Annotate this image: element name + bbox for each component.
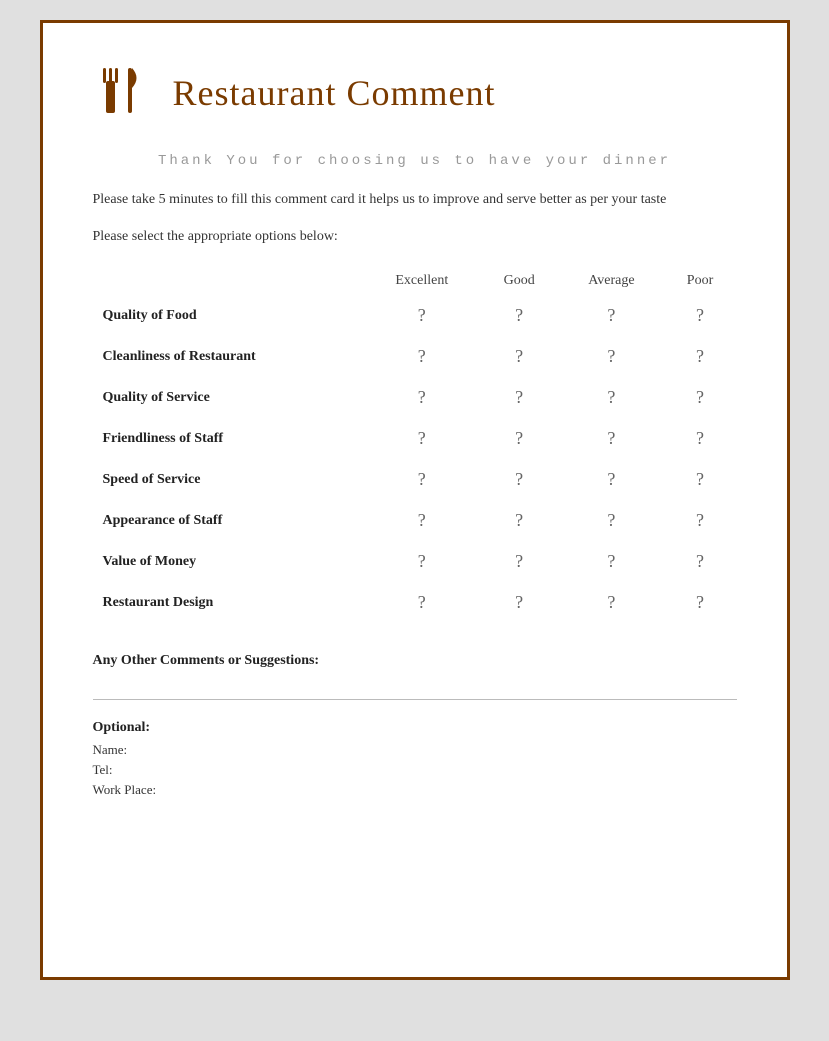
optional-field: Name:	[93, 742, 737, 758]
rating-option[interactable]: ?	[365, 336, 479, 377]
optional-field: Work Place:	[93, 782, 737, 798]
rating-option[interactable]: ?	[365, 500, 479, 541]
rating-option[interactable]: ?	[479, 418, 559, 459]
row-label: Quality of Service	[93, 377, 365, 418]
description-text: Please take 5 minutes to fill this comme…	[93, 189, 737, 211]
comments-section: Any Other Comments or Suggestions:	[93, 653, 737, 669]
optional-title: Optional:	[93, 720, 737, 736]
rating-table: Excellent Good Average Poor Quality of F…	[93, 267, 737, 623]
rating-option[interactable]: ?	[479, 500, 559, 541]
table-row: Cleanliness of Restaurant????	[93, 336, 737, 377]
table-row: Restaurant Design????	[93, 582, 737, 623]
page-title: Restaurant Comment	[173, 72, 496, 114]
rating-option[interactable]: ?	[559, 336, 663, 377]
comments-label: Any Other Comments or Suggestions:	[93, 653, 737, 669]
col-header-excellent: Excellent	[365, 267, 479, 295]
rating-option[interactable]: ?	[559, 418, 663, 459]
rating-option[interactable]: ?	[664, 295, 737, 336]
rating-option[interactable]: ?	[365, 295, 479, 336]
cutlery-icon	[93, 63, 153, 123]
rating-option[interactable]: ?	[479, 582, 559, 623]
table-row: Friendliness of Staff????	[93, 418, 737, 459]
divider	[93, 699, 737, 700]
row-label: Friendliness of Staff	[93, 418, 365, 459]
rating-option[interactable]: ?	[479, 377, 559, 418]
rating-option[interactable]: ?	[559, 295, 663, 336]
rating-option[interactable]: ?	[559, 459, 663, 500]
instruction-text: Please select the appropriate options be…	[93, 229, 737, 245]
rating-option[interactable]: ?	[664, 459, 737, 500]
row-label: Quality of Food	[93, 295, 365, 336]
rating-option[interactable]: ?	[664, 418, 737, 459]
page-wrapper: Restaurant Comment Thank You for choosin…	[40, 20, 790, 980]
rating-option[interactable]: ?	[365, 459, 479, 500]
rating-option[interactable]: ?	[479, 336, 559, 377]
thank-you-text: Thank You for choosing us to have your d…	[93, 153, 737, 169]
rating-option[interactable]: ?	[664, 377, 737, 418]
rating-option[interactable]: ?	[559, 541, 663, 582]
rating-option[interactable]: ?	[559, 500, 663, 541]
rating-option[interactable]: ?	[559, 377, 663, 418]
row-label: Appearance of Staff	[93, 500, 365, 541]
header: Restaurant Comment	[93, 63, 737, 123]
col-header-good: Good	[479, 267, 559, 295]
rating-option[interactable]: ?	[365, 377, 479, 418]
rating-option[interactable]: ?	[365, 541, 479, 582]
rating-option[interactable]: ?	[365, 582, 479, 623]
rating-option[interactable]: ?	[664, 541, 737, 582]
col-header-average: Average	[559, 267, 663, 295]
rating-option[interactable]: ?	[664, 336, 737, 377]
rating-option[interactable]: ?	[479, 541, 559, 582]
rating-option[interactable]: ?	[365, 418, 479, 459]
optional-field: Tel:	[93, 762, 737, 778]
rating-option[interactable]: ?	[479, 459, 559, 500]
row-label: Value of Money	[93, 541, 365, 582]
table-row: Quality of Service????	[93, 377, 737, 418]
rating-option[interactable]: ?	[664, 582, 737, 623]
row-label: Cleanliness of Restaurant	[93, 336, 365, 377]
row-label: Speed of Service	[93, 459, 365, 500]
table-row: Appearance of Staff????	[93, 500, 737, 541]
rating-option[interactable]: ?	[664, 500, 737, 541]
table-row: Quality of Food????	[93, 295, 737, 336]
row-label: Restaurant Design	[93, 582, 365, 623]
rating-option[interactable]: ?	[479, 295, 559, 336]
col-header-poor: Poor	[664, 267, 737, 295]
table-row: Value of Money????	[93, 541, 737, 582]
col-header-category	[93, 267, 365, 295]
table-row: Speed of Service????	[93, 459, 737, 500]
rating-option[interactable]: ?	[559, 582, 663, 623]
optional-section: Optional: Name: Tel: Work Place:	[93, 720, 737, 798]
